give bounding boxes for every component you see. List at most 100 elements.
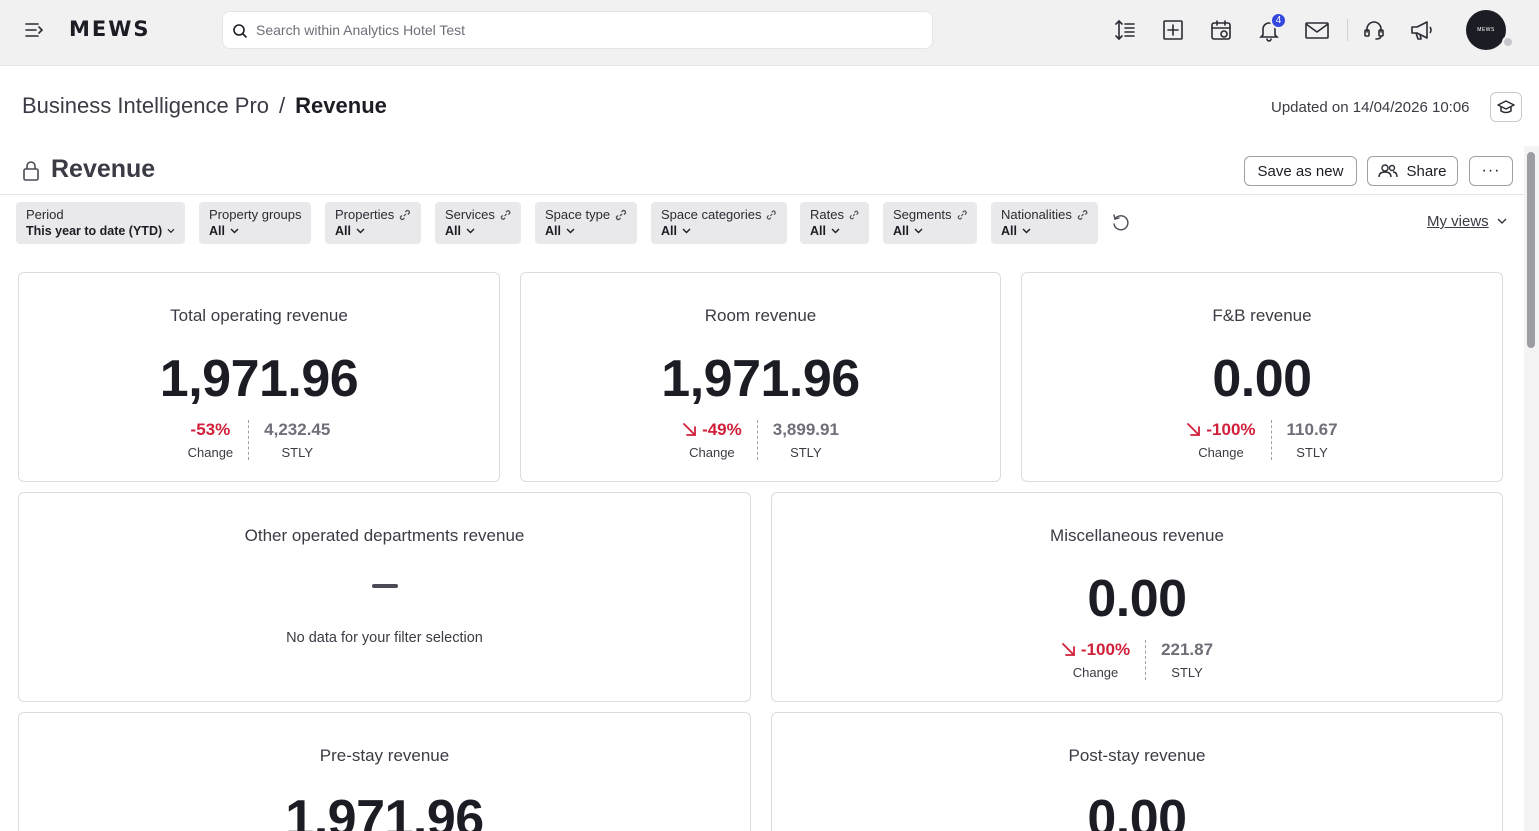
arrow-down-right-icon	[1062, 643, 1075, 656]
stly-value: 110.67	[1286, 420, 1338, 439]
search-icon	[233, 24, 247, 38]
filter-services-label: Services	[445, 207, 495, 222]
filter-services[interactable]: Services All	[435, 202, 521, 244]
academy-button[interactable]	[1490, 92, 1522, 122]
card-value: 1,971.96	[661, 350, 860, 408]
card-value: 0.00	[1212, 350, 1312, 408]
filter-rates-value: All	[810, 224, 826, 238]
link-icon	[500, 209, 511, 220]
stly-label: STLY	[790, 445, 822, 460]
filter-property-groups[interactable]: Property groups All	[199, 202, 311, 244]
headset-icon[interactable]	[1361, 17, 1387, 43]
filter-nationalities[interactable]: Nationalities All	[991, 202, 1098, 244]
filter-period-label: Period	[26, 207, 64, 222]
chevron-down-icon	[682, 228, 691, 234]
filter-rates-label: Rates	[810, 207, 844, 222]
filter-properties-label: Properties	[335, 207, 395, 222]
filter-space-categories-value: All	[661, 224, 677, 238]
report-title: Revenue	[51, 155, 156, 183]
breadcrumb-parent[interactable]: Business Intelligence Pro	[22, 93, 269, 118]
menu-icon[interactable]	[23, 19, 45, 41]
filter-nationalities-label: Nationalities	[1001, 207, 1072, 222]
lock-icon	[22, 160, 40, 187]
chevron-down-icon	[831, 228, 840, 234]
my-views-label: My views	[1427, 213, 1489, 230]
card-total-operating-revenue: Total operating revenue 1,971.96 -53% Cha…	[18, 272, 500, 482]
avatar-status-dot	[1502, 36, 1514, 48]
filter-space-categories[interactable]: Space categories All	[651, 202, 787, 244]
card-title: F&B revenue	[1212, 306, 1312, 325]
scrollbar-thumb[interactable]	[1527, 152, 1535, 348]
toolbar-divider	[1347, 19, 1348, 41]
no-data-message: No data for your filter selection	[286, 630, 483, 646]
filter-space-categories-label: Space categories	[661, 207, 762, 222]
user-avatar[interactable]: MEWS	[1466, 10, 1506, 50]
card-title: Miscellaneous revenue	[1050, 526, 1224, 545]
line-height-icon[interactable]	[1112, 17, 1138, 43]
filter-rates[interactable]: Rates All	[800, 202, 869, 244]
calendar-icon[interactable]	[1208, 17, 1234, 43]
filter-space-type[interactable]: Space type All	[535, 202, 637, 244]
link-icon	[615, 209, 627, 220]
stly-label: STLY	[281, 445, 314, 460]
more-options-button[interactable]: ···	[1469, 156, 1513, 186]
filter-segments[interactable]: Segments All	[883, 202, 977, 244]
filter-properties[interactable]: Properties All	[325, 202, 421, 244]
add-icon[interactable]	[1160, 17, 1186, 43]
filter-properties-value: All	[335, 224, 351, 238]
change-label: Change	[1198, 445, 1244, 460]
mews-logo[interactable]: MEWS	[69, 17, 151, 41]
filter-space-type-value: All	[545, 224, 561, 238]
chevron-down-icon	[1022, 228, 1031, 234]
search-bar[interactable]	[222, 11, 933, 49]
change-value: -49%	[702, 420, 742, 439]
card-post-stay-revenue: Post-stay revenue 0.00	[771, 712, 1503, 831]
more-options-icon: ···	[1481, 162, 1501, 179]
link-icon	[957, 209, 967, 220]
card-metrics: -100% Change 221.87 STLY	[772, 640, 1502, 680]
arrow-down-right-icon	[1187, 423, 1201, 436]
breadcrumb-separator: /	[279, 93, 286, 118]
change-value: -53%	[190, 420, 231, 439]
stly-value: 3,899.91	[772, 420, 839, 439]
chevron-down-icon	[230, 228, 239, 234]
card-room-revenue: Room revenue 1,971.96 -49% Change 3,899.9…	[520, 272, 1001, 482]
megaphone-icon[interactable]	[1409, 17, 1435, 43]
card-title: Other operated departments revenue	[244, 526, 525, 545]
card-title: Room revenue	[704, 306, 817, 325]
chevron-down-icon	[466, 228, 475, 234]
share-label: Share	[1406, 162, 1447, 180]
breadcrumb: Business Intelligence Pro / Revenue	[22, 93, 387, 119]
share-button[interactable]: Share	[1367, 156, 1458, 186]
filter-property-groups-value: All	[209, 224, 225, 238]
top-bar: MEWS 4 MEWS	[0, 0, 1539, 66]
link-icon	[767, 209, 777, 220]
filter-period[interactable]: Period This year to date (YTD)	[16, 202, 185, 244]
mail-icon[interactable]	[1304, 17, 1330, 43]
save-as-new-button[interactable]: Save as new	[1244, 156, 1357, 186]
change-label: Change	[187, 445, 234, 460]
title-divider	[0, 194, 1524, 195]
search-input[interactable]	[256, 12, 916, 48]
chevron-down-icon	[566, 228, 575, 234]
filter-segments-label: Segments	[893, 207, 952, 222]
card-fnb-revenue: F&B revenue 0.00 -100% Change 110.67 STLY	[1021, 272, 1503, 482]
card-title: Post-stay revenue	[1068, 746, 1206, 765]
change-value: -100%	[1080, 640, 1131, 659]
save-as-new-label: Save as new	[1257, 162, 1344, 180]
graduation-cap-icon	[1497, 100, 1515, 114]
stly-value: 4,232.45	[264, 420, 331, 439]
reset-filters-icon[interactable]	[1111, 213, 1131, 238]
filter-period-value: This year to date (YTD)	[26, 224, 163, 238]
updated-timestamp: Updated on 14/04/2026 10:06	[1271, 99, 1470, 116]
card-title: Total operating revenue	[170, 306, 348, 325]
card-other-operated-departments-revenue: Other operated departments revenue No da…	[18, 492, 751, 702]
my-views-dropdown[interactable]: My views	[1427, 213, 1507, 230]
link-icon	[849, 210, 859, 219]
chevron-down-icon	[356, 228, 365, 234]
arrow-down-right-icon	[683, 423, 696, 436]
filter-space-type-label: Space type	[545, 207, 611, 222]
card-miscellaneous-revenue: Miscellaneous revenue 0.00 -100% Change 2…	[771, 492, 1503, 702]
card-value: 0.00	[1087, 570, 1187, 628]
breadcrumb-current: Revenue	[295, 93, 387, 118]
